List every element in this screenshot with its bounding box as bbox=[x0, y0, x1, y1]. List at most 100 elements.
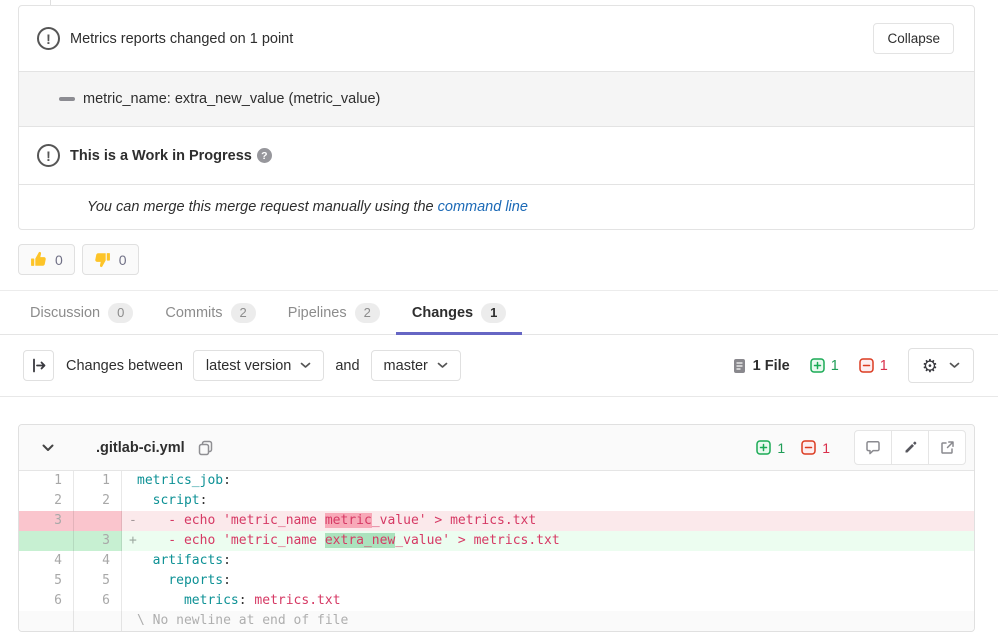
award-emoji-row: 0 0 bbox=[18, 230, 998, 290]
thumbs-down-button[interactable]: 0 bbox=[82, 244, 139, 275]
external-link-icon bbox=[940, 440, 955, 455]
diff-line-content: metrics_job: bbox=[122, 471, 974, 491]
deletions-value: 1 bbox=[880, 358, 888, 374]
diff-line-content: artifacts: bbox=[122, 551, 974, 571]
code-segment: extra_new bbox=[325, 533, 395, 548]
code-segment: _value' > metrics.txt bbox=[372, 513, 536, 528]
tab-changes[interactable]: Changes1 bbox=[396, 291, 522, 335]
diff-line-content: script: bbox=[122, 491, 974, 511]
deletions-count: 1 bbox=[859, 358, 888, 374]
file-additions-count: 1 bbox=[756, 440, 785, 456]
code-segment: - echo 'metric_name bbox=[137, 533, 325, 548]
gear-icon: ⚙ bbox=[922, 357, 938, 375]
diff-row: 3 + - echo 'metric_name extra_new_value' … bbox=[19, 531, 974, 551]
old-line-number bbox=[19, 611, 74, 631]
toggle-file-browser-button[interactable] bbox=[23, 350, 54, 381]
thumbs-up-count: 0 bbox=[55, 252, 63, 268]
code-segment: metrics_job bbox=[137, 473, 223, 488]
diff-row: 66 metrics: metrics.txt bbox=[19, 591, 974, 611]
comment-icon bbox=[865, 440, 881, 456]
wip-label: This is a Work in Progress bbox=[70, 148, 252, 164]
tab-count-badge: 1 bbox=[481, 303, 506, 323]
code-segment: : bbox=[239, 593, 255, 608]
old-line-number[interactable]: 5 bbox=[19, 571, 74, 591]
metrics-report-row: metric_name: extra_new_value (metric_val… bbox=[19, 71, 974, 127]
code-segment: metrics.txt bbox=[254, 593, 340, 608]
tab-count-badge: 2 bbox=[231, 303, 256, 323]
tab-commits[interactable]: Commits2 bbox=[149, 291, 271, 335]
compare-versions-bar: Changes between latest version and maste… bbox=[0, 335, 998, 397]
open-file-external-button[interactable] bbox=[928, 430, 966, 465]
thumbs-up-button[interactable]: 0 bbox=[18, 244, 75, 275]
old-line-number[interactable]: 3 bbox=[19, 511, 74, 531]
new-line-number[interactable]: 3 bbox=[74, 531, 122, 551]
files-count: 1 File bbox=[732, 358, 790, 374]
old-line-number[interactable]: 1 bbox=[19, 471, 74, 491]
diff-settings-dropdown[interactable]: ⚙ bbox=[908, 348, 974, 383]
diff-file-button-group bbox=[854, 430, 966, 465]
additions-count: 1 bbox=[810, 358, 839, 374]
new-line-number[interactable]: 4 bbox=[74, 551, 122, 571]
additions-value: 1 bbox=[831, 358, 839, 374]
collapse-button[interactable]: Collapse bbox=[873, 23, 954, 54]
tab-pipelines[interactable]: Pipelines2 bbox=[272, 291, 396, 335]
chevron-down-icon bbox=[949, 362, 960, 369]
new-line-number[interactable]: 1 bbox=[74, 471, 122, 491]
plus-square-icon bbox=[756, 440, 771, 455]
old-line-number[interactable] bbox=[19, 531, 74, 551]
code-segment: reports bbox=[168, 573, 223, 588]
source-version-dropdown[interactable]: latest version bbox=[193, 350, 324, 381]
minus-square-icon bbox=[801, 440, 816, 455]
diff-row: 55 reports: bbox=[19, 571, 974, 591]
diff-line-content: reports: bbox=[122, 571, 974, 591]
copy-icon bbox=[198, 440, 213, 456]
code-segment: _value' > metrics.txt bbox=[395, 533, 559, 548]
new-line-number[interactable]: 6 bbox=[74, 591, 122, 611]
old-line-number[interactable]: 2 bbox=[19, 491, 74, 511]
tab-label: Discussion bbox=[30, 305, 100, 321]
diff-line-content: \ No newline at end of file bbox=[122, 611, 974, 631]
widget-top-divider-remnant bbox=[50, 0, 51, 5]
diff-row: 3 - - echo 'metric_name metric_value' > m… bbox=[19, 511, 974, 531]
file-deletions-count: 1 bbox=[801, 440, 830, 456]
diff-file-header: .gitlab-ci.yml 1 1 bbox=[19, 425, 974, 471]
diff-file-header-actions: 1 1 bbox=[756, 430, 966, 465]
status-warning-icon: ! bbox=[37, 27, 60, 50]
and-label: and bbox=[335, 358, 359, 374]
edit-file-button[interactable] bbox=[891, 430, 929, 465]
collapse-diff-caret[interactable] bbox=[33, 433, 63, 463]
thumbs-down-icon bbox=[94, 251, 111, 268]
chevron-down-icon bbox=[437, 362, 448, 369]
diff-table: 11metrics_job:22 script:3- - echo 'metri… bbox=[19, 471, 974, 631]
code-segment: metric bbox=[325, 513, 372, 528]
thumbs-up-icon bbox=[30, 251, 47, 268]
new-line-number[interactable]: 5 bbox=[74, 571, 122, 591]
copy-file-path-button[interactable] bbox=[198, 440, 213, 456]
diff-line-marker: + bbox=[129, 531, 137, 551]
code-segment: - echo 'metric_name bbox=[137, 513, 325, 528]
old-line-number[interactable]: 6 bbox=[19, 591, 74, 611]
help-question-icon[interactable]: ? bbox=[257, 148, 272, 163]
old-line-number[interactable]: 4 bbox=[19, 551, 74, 571]
metrics-report-text: Metrics reports changed on 1 point bbox=[70, 31, 293, 47]
code-segment: : bbox=[223, 473, 231, 488]
command-line-link[interactable]: command line bbox=[438, 199, 528, 215]
tab-discussion[interactable]: Discussion0 bbox=[14, 291, 149, 335]
code-segment bbox=[137, 493, 153, 508]
new-line-number[interactable]: 2 bbox=[74, 491, 122, 511]
sidebar-toggle-icon bbox=[31, 358, 47, 373]
files-count-label: 1 File bbox=[753, 358, 790, 374]
comment-on-file-button[interactable] bbox=[854, 430, 892, 465]
changes-between-label: Changes between bbox=[66, 358, 183, 374]
metrics-report-section: ! Metrics reports changed on 1 point Col… bbox=[19, 6, 974, 71]
chevron-down-icon bbox=[300, 362, 311, 369]
plus-square-icon bbox=[810, 358, 825, 373]
new-line-number[interactable] bbox=[74, 511, 122, 531]
code-segment bbox=[137, 553, 153, 568]
diff-line-marker: - bbox=[129, 511, 137, 531]
code-segment: : bbox=[200, 493, 208, 508]
source-version-value: latest version bbox=[206, 358, 291, 374]
target-version-dropdown[interactable]: master bbox=[371, 350, 461, 381]
metric-changed-dash-icon bbox=[59, 97, 75, 101]
code-segment: artifacts bbox=[153, 553, 223, 568]
